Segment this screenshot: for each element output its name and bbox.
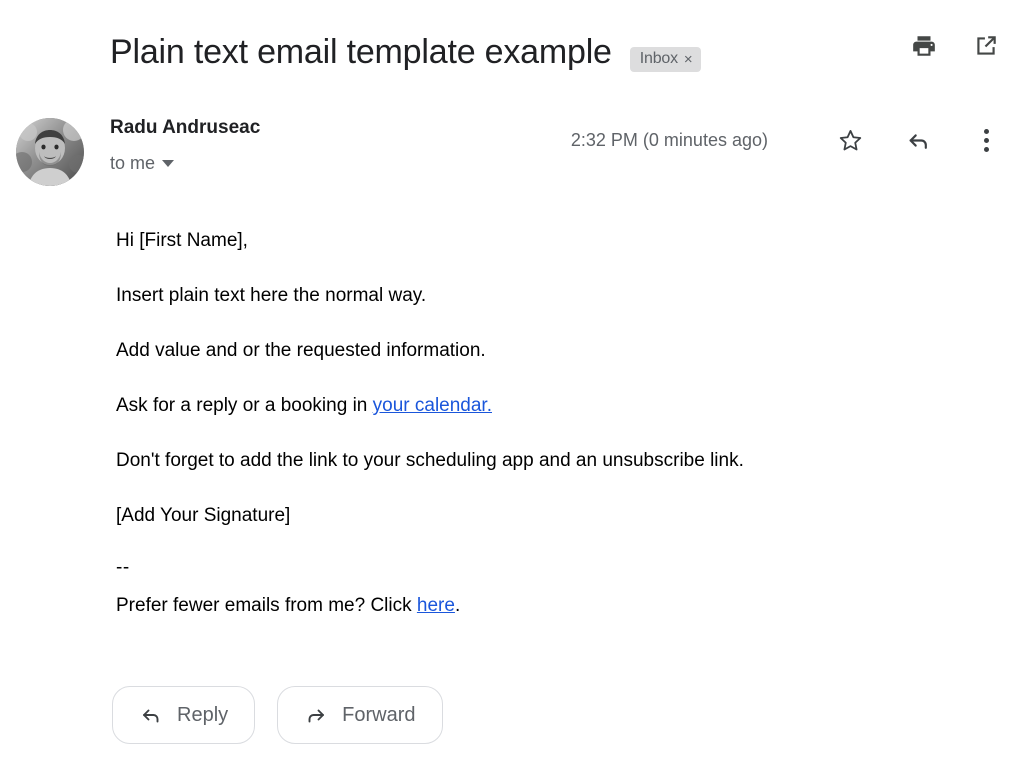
label-chip-inbox[interactable]: Inbox × (629, 47, 702, 72)
footer-prefix: Prefer fewer emails from me? Click (116, 595, 417, 616)
message-action-bar: 2:32 PM (0 minutes ago) (571, 124, 1002, 156)
recipient-label: to me (110, 153, 156, 173)
signature-separator: -- (116, 557, 130, 578)
body-paragraph: Insert plain text here the normal way. (116, 285, 427, 306)
print-icon[interactable] (908, 30, 940, 62)
subject-header: Plain text email template example Inbox × (0, 24, 1024, 80)
sender-header: Radu Andruseac to me 2:32 PM (0 minutes … (0, 114, 1024, 194)
link-line-prefix: Ask for a reply or a booking in (116, 395, 373, 416)
sender-meta: Radu Andruseac to me (110, 114, 260, 174)
reply-forward-buttons: Reply Forward (112, 686, 443, 744)
body-paragraph: Add value and or the requested informati… (116, 340, 486, 361)
sender-name: Radu Andruseac (110, 117, 261, 138)
close-icon[interactable]: × (684, 52, 693, 67)
subject-text: Plain text email template example (110, 33, 612, 71)
timestamp: 2:32 PM (0 minutes ago) (570, 130, 768, 150)
avatar[interactable] (16, 118, 84, 186)
reply-button-label: Reply (177, 703, 229, 726)
message-body: Hi [First Name], Insert plain text here … (116, 228, 956, 619)
forward-button[interactable]: Forward (277, 686, 443, 744)
forward-button-label: Forward (342, 703, 416, 726)
recipient-row[interactable]: to me (110, 152, 260, 174)
open-in-new-window-icon[interactable] (970, 30, 1002, 62)
body-paragraph: [Add Your Signature] (116, 505, 291, 526)
page-title: Plain text email template example Inbox × (110, 30, 702, 74)
calendar-link[interactable]: your calendar. (373, 395, 492, 416)
star-outline-icon[interactable] (834, 124, 866, 156)
unsubscribe-link[interactable]: here (417, 595, 455, 616)
body-paragraph-with-link: Ask for a reply or a booking in your cal… (116, 393, 956, 419)
body-paragraph: Hi [First Name], (116, 230, 248, 251)
unsubscribe-line: Prefer fewer emails from me? Click here. (116, 593, 956, 619)
chevron-down-icon[interactable] (162, 159, 175, 167)
email-message-view: Plain text email template example Inbox × (0, 0, 1024, 768)
label-chip-text: Inbox (639, 50, 678, 67)
footer-suffix: . (454, 595, 461, 616)
reply-arrow-icon[interactable] (902, 124, 934, 156)
reply-button[interactable]: Reply (112, 686, 256, 744)
body-paragraph: Don't forget to add the link to your sch… (116, 450, 744, 471)
header-action-bar (908, 30, 1002, 62)
more-options-icon[interactable] (970, 124, 1002, 156)
